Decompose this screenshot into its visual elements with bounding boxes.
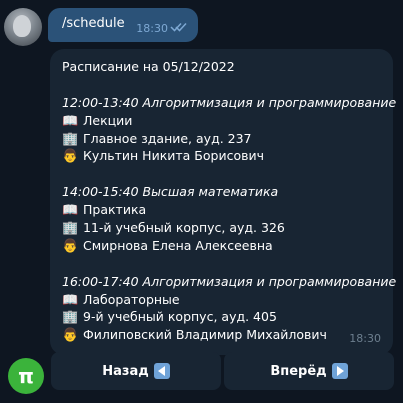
arrow-left-icon xyxy=(153,363,170,379)
class-header: 12:00-13:40 Алгоритмизация и программиро… xyxy=(62,94,397,110)
back-button-label: Назад xyxy=(102,363,149,379)
teacher-icon: 👨 xyxy=(62,238,79,254)
building-icon: 🏢 xyxy=(62,131,79,147)
book-icon: 📖 xyxy=(62,203,79,219)
class-type: Лекции xyxy=(83,112,133,128)
schedule-message-time: 18:30 xyxy=(349,332,381,346)
class-teacher: Культин Никита Борисович xyxy=(83,148,264,164)
class-place: 11-й учебный корпус, ауд. 326 xyxy=(83,220,285,236)
teacher-icon: 👨 xyxy=(62,328,79,344)
forward-button[interactable]: Вперёд xyxy=(224,352,394,390)
schedule-message[interactable]: Расписание на 05/12/2022 12:00-13:40 Алг… xyxy=(50,49,397,355)
outgoing-message[interactable]: /schedule 18:30 xyxy=(48,8,198,42)
class-header: 14:00-15:40 Высшая математика xyxy=(62,184,279,200)
avatar-face xyxy=(13,15,31,37)
class-teacher: Смирнова Елена Алексеевна xyxy=(83,237,273,253)
outgoing-message-time: 18:30 xyxy=(136,22,168,35)
building-icon: 🏢 xyxy=(62,310,79,326)
building-icon: 🏢 xyxy=(62,221,79,237)
class-type: Практика xyxy=(83,202,147,218)
double-check-icon xyxy=(170,22,187,32)
teacher-icon: 👨 xyxy=(62,149,79,165)
schedule-title: Расписание на 05/12/2022 xyxy=(62,59,235,74)
forward-button-label: Вперёд xyxy=(270,363,327,379)
book-icon: 📖 xyxy=(62,292,79,308)
class-type: Лабораторные xyxy=(83,291,180,307)
bot-avatar-symbol: π xyxy=(18,364,34,388)
book-icon: 📖 xyxy=(62,113,79,129)
outgoing-message-text: /schedule xyxy=(62,16,125,31)
class-teacher: Филиповский Владимир Михайлович xyxy=(83,327,327,343)
back-button[interactable]: Назад xyxy=(51,352,221,390)
bot-avatar[interactable]: π xyxy=(8,358,44,394)
class-place: 9-й учебный корпус, ауд. 405 xyxy=(83,309,277,325)
class-header: 16:00-17:40 Алгоритмизация и программиро… xyxy=(62,273,397,289)
arrow-right-icon xyxy=(331,363,348,379)
class-place: Главное здание, ауд. 237 xyxy=(83,130,252,146)
user-avatar[interactable] xyxy=(4,8,42,46)
